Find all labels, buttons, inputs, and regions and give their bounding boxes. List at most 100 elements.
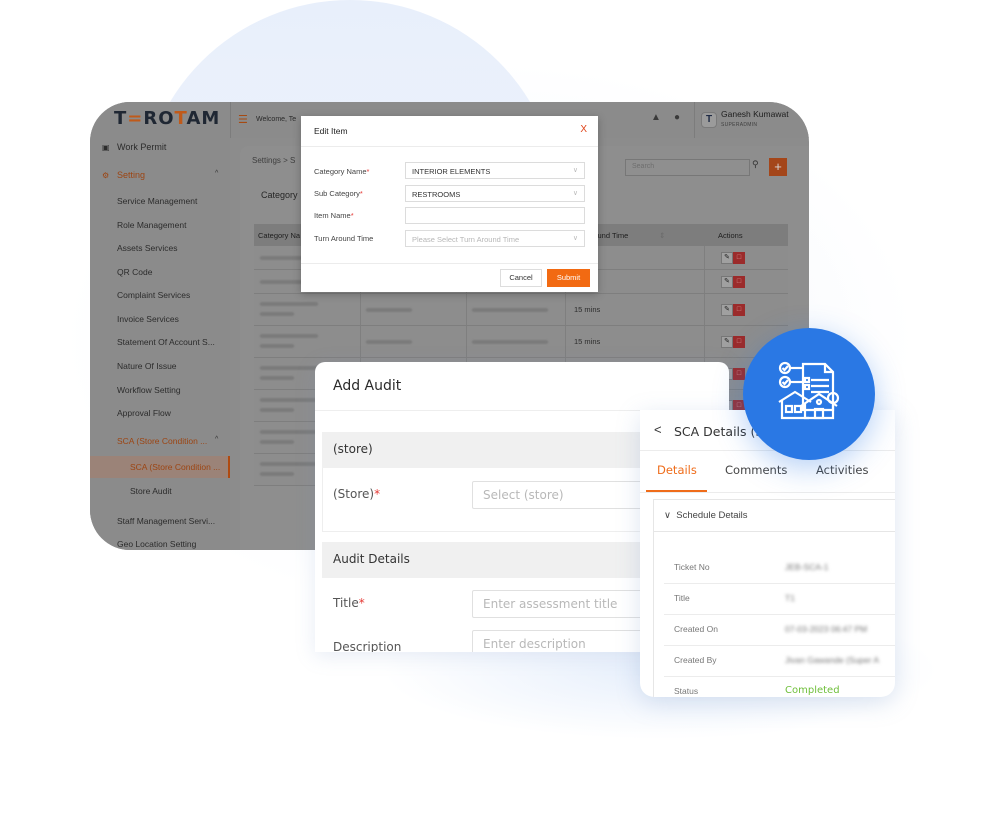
column-divider xyxy=(704,246,705,269)
turn-around-time-select[interactable]: Please Select Turn Around Time ∨ xyxy=(405,230,585,247)
audit-checklist-houses-icon xyxy=(778,361,840,420)
sidebar-item-label: Service Management xyxy=(117,196,198,206)
redacted-cell xyxy=(260,344,294,348)
divider xyxy=(694,102,695,138)
menu-toggle-icon[interactable]: ☰ xyxy=(238,113,248,126)
chevron-down-icon: ∨ xyxy=(572,190,578,197)
table-row: 15 mins ✎ □ xyxy=(254,326,788,358)
tab-activities[interactable]: Activities xyxy=(816,463,868,477)
column-divider xyxy=(704,326,705,357)
redacted-cell xyxy=(366,340,412,344)
sidebar-item[interactable]: QR Code xyxy=(117,267,257,277)
chevron-up-icon[interactable]: ^ xyxy=(215,170,218,177)
delete-icon[interactable]: □ xyxy=(733,304,745,316)
sidebar-item[interactable]: Workflow Setting xyxy=(117,385,257,395)
tab-comments[interactable]: Comments xyxy=(725,463,787,477)
divider xyxy=(640,492,895,493)
sidebar-item[interactable]: Invoice Services xyxy=(117,314,257,324)
close-icon[interactable]: X xyxy=(580,124,587,135)
sidebar-item-label: Assets Services xyxy=(117,243,178,253)
redacted-cell xyxy=(260,472,294,476)
column-divider xyxy=(360,326,361,357)
sidebar-item[interactable]: Complaint Services xyxy=(117,290,257,300)
item-name-input[interactable] xyxy=(405,207,585,224)
cancel-button[interactable]: Cancel xyxy=(500,269,542,287)
redacted-cell xyxy=(472,340,548,344)
title-label: Title* xyxy=(333,596,365,610)
bell-icon[interactable]: ▲ xyxy=(651,112,661,123)
description-label: Description xyxy=(333,640,402,652)
sidebar-item[interactable]: Geo Location Setting xyxy=(117,539,257,549)
redacted-cell xyxy=(260,408,294,412)
gears-icon: ⚙ xyxy=(102,171,110,180)
column-divider xyxy=(565,294,566,325)
sidebar-item[interactable]: Statement Of Account S... xyxy=(117,337,257,347)
column-header-category[interactable]: Category Na xyxy=(258,231,300,240)
sca-details-title: SCA Details (S xyxy=(674,424,764,439)
delete-icon[interactable]: □ xyxy=(733,368,745,380)
sort-icon[interactable]: ⇕ xyxy=(659,231,665,240)
search-input[interactable]: Search xyxy=(625,159,750,176)
turn-around-time-cell: 15 mins xyxy=(574,337,601,346)
edit-icon[interactable]: ✎ xyxy=(721,276,733,288)
user-name: Ganesh Kumawat xyxy=(721,109,789,119)
sidebar-item-label: Invoice Services xyxy=(117,314,179,324)
redacted-cell xyxy=(260,334,318,338)
modal-title: Edit Item xyxy=(314,126,348,136)
category-name-label: Category Name* xyxy=(314,167,370,176)
add-audit-title: Add Audit xyxy=(333,378,402,394)
sidebar-item[interactable]: Approval Flow xyxy=(117,408,257,418)
column-divider xyxy=(466,294,467,325)
redacted-cell xyxy=(260,312,294,316)
redacted-cell xyxy=(260,462,318,466)
back-icon[interactable]: < xyxy=(654,422,662,437)
detail-value: 07-03-2023 06:47 PM xyxy=(785,624,868,634)
chevron-up-icon[interactable]: ^ xyxy=(215,436,218,443)
sidebar-item[interactable]: Nature Of Issue xyxy=(117,361,257,371)
user-icon[interactable]: ● xyxy=(674,112,680,123)
sidebar-item[interactable]: ⚙ Setting ^ xyxy=(102,170,242,180)
schedule-details-panel: ∨ Schedule Details Ticket No JEB-SCA-1 Tit… xyxy=(653,499,895,697)
delete-icon[interactable]: □ xyxy=(733,276,745,288)
detail-value: Jivan Gawande (Super A xyxy=(785,655,880,665)
sidebar-item[interactable]: Role Management xyxy=(117,220,257,230)
item-name-label: Item Name* xyxy=(314,211,354,220)
search-icon[interactable]: ⚲ xyxy=(752,159,759,170)
divider xyxy=(640,450,895,451)
avatar[interactable]: T xyxy=(701,112,717,128)
detail-label: Status xyxy=(674,686,699,696)
submit-button[interactable]: Submit xyxy=(547,269,590,287)
column-divider xyxy=(704,270,705,293)
tab-details[interactable]: Details xyxy=(657,463,697,477)
sidebar-item-label: Staff Management Servi... xyxy=(117,516,216,526)
redacted-cell xyxy=(260,430,318,434)
add-button[interactable]: + xyxy=(769,158,787,176)
sidebar-item[interactable]: SCA (Store Condition ... ^ xyxy=(117,436,257,446)
sidebar-item-label: SCA (Store Condition ... xyxy=(130,462,221,472)
sidebar-item-label: Geo Location Setting xyxy=(117,539,197,549)
sidebar-item[interactable]: Staff Management Servi... xyxy=(117,516,257,526)
redacted-cell xyxy=(260,366,318,370)
edit-icon[interactable]: ✎ xyxy=(721,252,733,264)
delete-icon[interactable]: □ xyxy=(733,336,745,348)
redacted-cell xyxy=(260,376,294,380)
turn-around-time-label: Turn Around Time xyxy=(314,234,374,243)
redacted-cell xyxy=(260,440,294,444)
chevron-down-icon: ∨ xyxy=(664,510,671,521)
divider xyxy=(301,146,598,147)
edit-icon[interactable]: ✎ xyxy=(721,304,733,316)
turn-around-time-cell: 15 mins xyxy=(574,305,601,314)
divider xyxy=(664,645,895,646)
sub-category-select[interactable]: RESTROOMS ∨ xyxy=(405,185,585,202)
sidebar-item-label: Store Audit xyxy=(130,486,172,496)
category-tab[interactable]: Category xyxy=(261,190,298,200)
sidebar-item[interactable]: ▣ Work Permit xyxy=(102,142,242,152)
category-name-select[interactable]: INTERIOR ELEMENTS ∨ xyxy=(405,162,585,179)
column-divider xyxy=(704,294,705,325)
delete-icon[interactable]: □ xyxy=(733,252,745,264)
sidebar-item[interactable]: Service Management xyxy=(117,196,257,206)
sidebar: T=ROTAM ▣ Work Permit ⚙ Setting ^ Service Man… xyxy=(90,102,230,550)
edit-icon[interactable]: ✎ xyxy=(721,336,733,348)
schedule-details-accordion[interactable]: ∨ Schedule Details xyxy=(664,510,748,521)
sidebar-item[interactable]: Assets Services xyxy=(117,243,257,253)
